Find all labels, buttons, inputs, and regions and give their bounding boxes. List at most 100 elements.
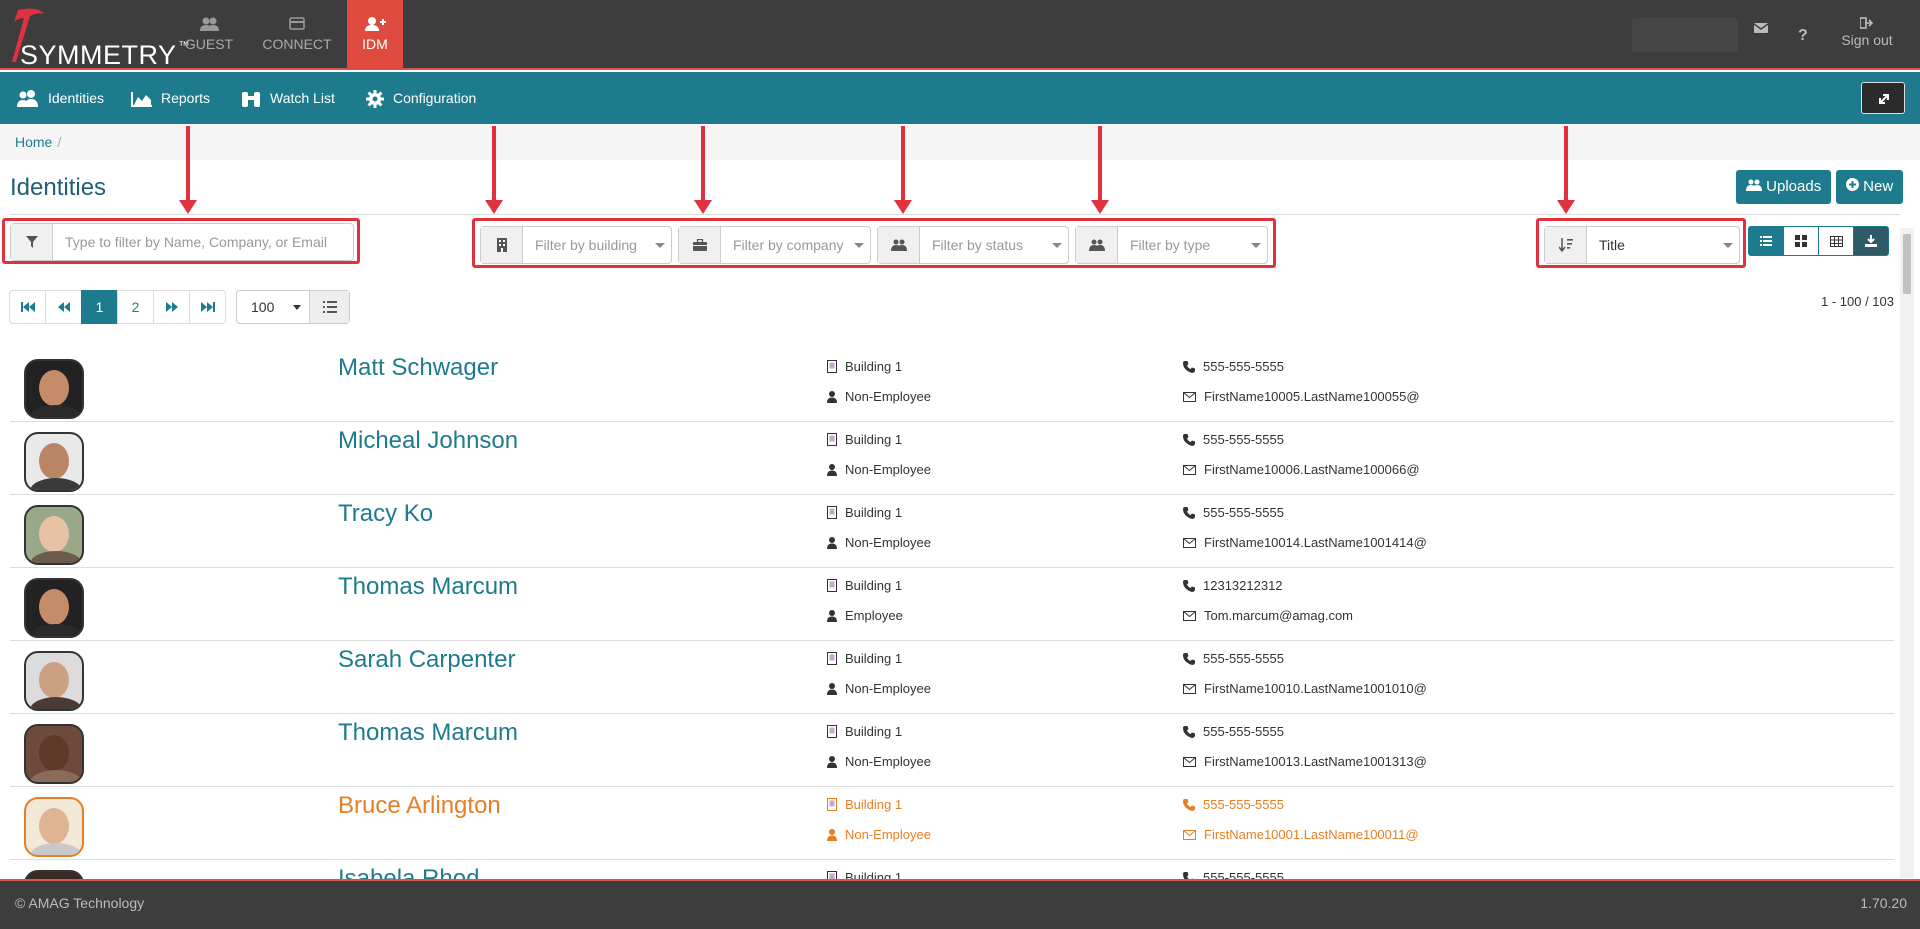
identity-name[interactable]: Thomas Marcum xyxy=(338,719,518,747)
chevron-down-icon xyxy=(1046,227,1068,263)
identity-name[interactable]: Matt Schwager xyxy=(338,354,498,382)
identity-row[interactable]: Isabela Rhod...Building 1Non-Employee555… xyxy=(10,860,1894,880)
avatar[interactable] xyxy=(24,724,84,784)
menu-configuration[interactable]: Configuration xyxy=(365,72,476,124)
identity-row[interactable]: Bruce Arlington Building 1 Non-Employee 555… xyxy=(10,787,1894,860)
identity-email[interactable]: FirstName10014.LastName1001414@ xyxy=(1183,535,1427,550)
envelope-icon xyxy=(1183,610,1196,621)
status-filter[interactable]: Filter by status xyxy=(877,226,1069,264)
previous-page-button[interactable] xyxy=(45,290,82,324)
copyright: © AMAG Technology xyxy=(15,895,145,911)
per-page-select[interactable]: 100 xyxy=(237,291,309,323)
building-icon xyxy=(827,433,837,446)
avatar-face xyxy=(39,370,69,406)
identity-email[interactable]: FirstName10005.LastName100055@ xyxy=(1183,389,1420,404)
avatar[interactable] xyxy=(24,797,84,857)
envelope-icon xyxy=(1183,756,1196,767)
chevron-down-icon xyxy=(1717,227,1739,263)
envelope-icon xyxy=(1183,391,1196,402)
svg-text:?: ? xyxy=(1798,27,1808,42)
avatar-face xyxy=(39,808,69,844)
building-icon xyxy=(827,652,837,665)
identity-row[interactable]: Tracy Ko Building 1 Non-Employee 555-555-55… xyxy=(10,495,1894,568)
company-select: Filter by company xyxy=(733,237,844,253)
identity-email[interactable]: FirstName10013.LastName1001313@ xyxy=(1183,754,1427,769)
menu-identities[interactable]: Identities xyxy=(16,72,104,124)
type-filter[interactable]: Filter by type xyxy=(1075,226,1268,264)
main-menu: Identities Reports Watch List Configurat… xyxy=(0,72,1920,124)
annotation-arrow xyxy=(485,126,503,214)
last-page-button[interactable] xyxy=(189,290,226,324)
identity-email[interactable]: FirstName10006.LastName100066@ xyxy=(1183,462,1420,477)
sort-control[interactable]: Title xyxy=(1544,226,1740,264)
identity-name[interactable]: Micheal Johnson xyxy=(338,427,518,455)
identity-name[interactable]: Tracy Ko xyxy=(338,500,433,528)
identity-building: Building 1 xyxy=(827,797,902,812)
fullscreen-button[interactable] xyxy=(1861,82,1905,114)
company-filter[interactable]: Filter by company xyxy=(678,226,871,264)
identity-building: Building 1 xyxy=(827,578,902,593)
page-1-button[interactable]: 1 xyxy=(81,290,118,324)
identity-row[interactable]: Sarah Carpenter Building 1 Non-Employee 555… xyxy=(10,641,1894,714)
identity-row[interactable]: Thomas Marcum Building 1 Non-Employee 555-5… xyxy=(10,714,1894,787)
nav-connect[interactable]: CONNECT xyxy=(256,0,338,70)
filter-icon xyxy=(11,224,53,260)
identity-name[interactable]: Bruce Arlington xyxy=(338,792,501,820)
menu-reports[interactable]: Reports xyxy=(131,72,210,124)
avatar-body xyxy=(30,770,82,782)
avatar[interactable] xyxy=(24,505,84,565)
avatar[interactable] xyxy=(24,651,84,711)
download-icon xyxy=(1865,235,1877,247)
sign-out-button[interactable]: Sign out xyxy=(1832,16,1902,48)
identity-building: Building 1 xyxy=(827,651,902,666)
scroll-thumb[interactable] xyxy=(1903,234,1911,294)
avatar[interactable] xyxy=(24,359,84,419)
footer: © AMAG Technology 1.70.20 xyxy=(0,879,1920,929)
identity-email[interactable]: Tom.marcum@amag.com xyxy=(1183,608,1353,623)
avatar[interactable] xyxy=(24,578,84,638)
chevron-down-icon xyxy=(848,227,870,263)
user-icon xyxy=(827,390,837,403)
symmetry-logo[interactable]: SYMMETRY ™ xyxy=(6,4,190,70)
identity-building: Building 1 xyxy=(827,432,902,447)
menu-watch-list[interactable]: Watch List xyxy=(240,72,335,124)
grid-view-button[interactable] xyxy=(1783,226,1819,256)
scrollbar[interactable] xyxy=(1900,228,1914,878)
next-page-button[interactable] xyxy=(153,290,190,324)
identity-name[interactable]: Isabela Rhod... xyxy=(338,865,499,880)
building-icon xyxy=(827,798,837,811)
breadcrumb-home[interactable]: Home xyxy=(15,134,52,150)
identity-row[interactable]: Thomas Marcum Building 1 Employee 123132123… xyxy=(10,568,1894,641)
identity-row[interactable]: Micheal Johnson Building 1 Non-Employee 555… xyxy=(10,422,1894,495)
list-view-button[interactable] xyxy=(1748,226,1784,256)
identity-type: Non-Employee xyxy=(827,462,931,477)
nav-guest[interactable]: GUEST xyxy=(176,0,242,70)
identity-name[interactable]: Thomas Marcum xyxy=(338,573,518,601)
users-icon xyxy=(17,90,38,108)
building-select: Filter by building xyxy=(535,237,637,253)
download-button[interactable] xyxy=(1853,226,1889,256)
envelope-icon[interactable] xyxy=(1754,22,1768,34)
nav-idm[interactable]: IDM xyxy=(347,0,403,70)
search-input[interactable] xyxy=(53,224,353,260)
building-filter[interactable]: Filter by building xyxy=(480,226,672,264)
uploads-button[interactable]: Uploads xyxy=(1736,170,1832,204)
avatar[interactable] xyxy=(24,432,84,492)
identity-row[interactable]: Matt Schwager Building 1 Non-Employee 555-5… xyxy=(10,349,1894,422)
help-icon[interactable]: ? xyxy=(1797,26,1809,42)
first-page-button[interactable] xyxy=(9,290,46,324)
binoculars-icon xyxy=(242,92,260,108)
identity-email[interactable]: FirstName10010.LastName1001010@ xyxy=(1183,681,1427,696)
backward-icon xyxy=(57,302,70,312)
list-ol-button[interactable] xyxy=(309,291,349,323)
identity-email[interactable]: FirstName10001.LastName100011@ xyxy=(1183,827,1419,842)
avatar-face xyxy=(39,516,69,552)
new-button[interactable]: New xyxy=(1836,170,1904,204)
identity-type: Non-Employee xyxy=(827,389,931,404)
user-field[interactable] xyxy=(1632,18,1738,52)
chevron-down-icon xyxy=(649,227,671,263)
identity-name[interactable]: Sarah Carpenter xyxy=(338,646,515,674)
page-2-button[interactable]: 2 xyxy=(117,290,154,324)
identity-type: Employee xyxy=(827,608,903,623)
table-view-button[interactable] xyxy=(1818,226,1854,256)
